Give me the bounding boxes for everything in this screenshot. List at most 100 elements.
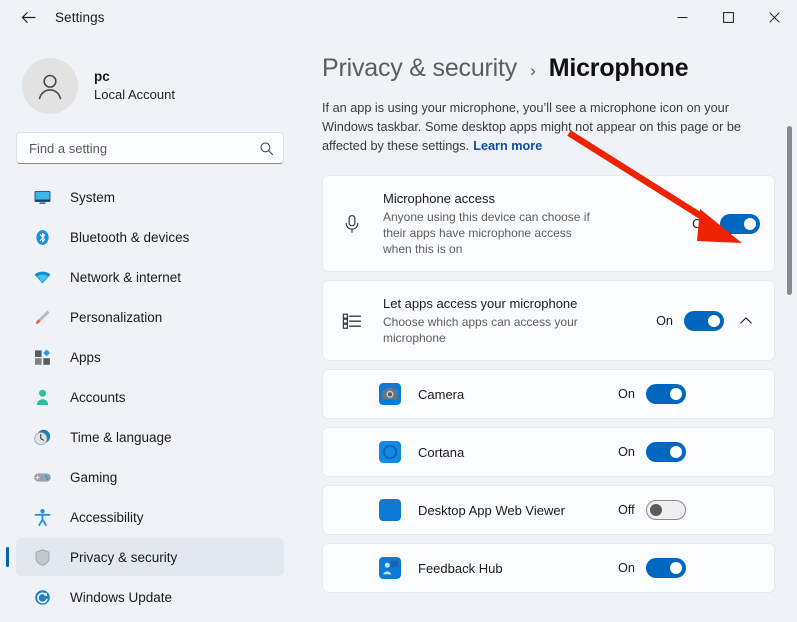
content-scrollbar[interactable] — [783, 126, 795, 622]
sidebar-item-windows-update[interactable]: Windows Update — [16, 578, 284, 616]
card-main: Let apps access your microphone Choose w… — [323, 281, 774, 360]
expand-collapse-button[interactable] — [732, 307, 760, 335]
settings-window: Settings pc Local Account Find a setting… — [0, 0, 797, 622]
card-main: Microphone access Anyone using this devi… — [323, 176, 774, 271]
sidebar-item-label: Accounts — [70, 389, 126, 405]
microphone-icon — [339, 211, 365, 237]
account-subtitle: Local Account — [94, 87, 175, 103]
app-row-cortana: Cortana On — [322, 427, 775, 477]
minimize-icon — [677, 16, 687, 18]
app-toggle-cortana[interactable] — [645, 442, 686, 462]
app-row-camera: Camera On — [322, 369, 775, 419]
breadcrumb-separator-icon: › — [530, 61, 536, 80]
toggle-state-label: Off — [618, 503, 635, 517]
chevron-up-icon — [740, 316, 752, 324]
sidebar-item-label: Bluetooth & devices — [70, 229, 190, 245]
paintbrush-icon — [32, 307, 52, 327]
maximize-button[interactable] — [705, 0, 751, 34]
wifi-icon — [32, 267, 52, 287]
sidebar-item-accounts[interactable]: Accounts — [16, 378, 284, 416]
bluetooth-icon — [32, 227, 52, 247]
let-apps-access-toggle[interactable] — [684, 310, 724, 331]
page-description: If an app is using your microphone, you’… — [322, 99, 774, 156]
toggle-knob — [669, 562, 682, 574]
feedback-hub-app-icon — [379, 557, 401, 579]
search-box[interactable] — [16, 132, 284, 164]
app-name: Desktop App Web Viewer — [418, 502, 565, 518]
toggle-state-label: On — [618, 561, 635, 575]
person-avatar-icon — [38, 74, 62, 100]
sidebar-item-system[interactable]: System — [16, 178, 284, 216]
sidebar-item-label: Gaming — [70, 469, 118, 485]
avatar — [22, 58, 78, 114]
sidebar-item-apps[interactable]: Apps — [16, 338, 284, 376]
accessibility-icon — [32, 507, 52, 527]
account-name: pc — [94, 69, 110, 85]
search-icon — [260, 141, 274, 155]
card-subtitle: Anyone using this device can choose if t… — [383, 210, 590, 256]
toggle-knob — [669, 446, 682, 458]
breadcrumb-parent[interactable]: Privacy & security — [322, 54, 517, 83]
camera-app-icon — [379, 383, 401, 405]
toggle-state-label: On — [618, 387, 635, 401]
toggle-knob — [744, 217, 756, 230]
microphone-access-toggle[interactable] — [720, 213, 760, 234]
cortana-app-icon — [379, 441, 401, 463]
scrollbar-thumb[interactable] — [787, 126, 792, 295]
minimize-button[interactable] — [659, 0, 705, 34]
toggle-state-label: On — [692, 216, 709, 231]
app-name: Camera — [418, 386, 465, 402]
sidebar-item-time-language[interactable]: Time & language — [16, 418, 284, 456]
sidebar-item-personalization[interactable]: Personalization — [16, 298, 284, 336]
app-row-feedback-hub: Feedback Hub On — [322, 543, 775, 593]
back-button[interactable] — [9, 2, 47, 32]
sidebar-item-label: System — [70, 189, 116, 205]
let-apps-access-card: Let apps access your microphone Choose w… — [322, 280, 775, 361]
card-title: Microphone access — [383, 191, 495, 206]
close-button[interactable] — [751, 0, 797, 34]
page-title: Microphone — [548, 54, 689, 82]
sidebar-item-privacy-security[interactable]: Privacy & security — [6, 538, 284, 576]
sidebar-nav: System Bluetooth & devices Network & int… — [0, 178, 300, 616]
main-content: Privacy & security › Microphone If an ap… — [300, 34, 797, 622]
toggle-state-label: On — [618, 445, 635, 459]
account-person-icon — [32, 387, 52, 407]
sidebar: pc Local Account Find a setting System B… — [0, 34, 300, 622]
app-toggle-desktop-app-web-viewer[interactable] — [645, 500, 686, 520]
sidebar-item-label: Network & internet — [70, 269, 182, 285]
sidebar-item-network-internet[interactable]: Network & internet — [16, 258, 284, 296]
desktop-web-app-icon — [379, 499, 401, 521]
app-name: Cortana — [418, 444, 465, 460]
search-input[interactable] — [29, 140, 259, 156]
windows-update-icon — [32, 587, 52, 607]
breadcrumb: Privacy & security › Microphone — [300, 34, 797, 83]
card-texts: Let apps access your microphone Choose w… — [383, 295, 648, 346]
toggle-knob — [669, 388, 682, 400]
sidebar-item-label: Apps — [70, 349, 101, 365]
sidebar-item-label: Privacy & security — [70, 549, 178, 565]
sidebar-item-label: Personalization — [70, 309, 163, 325]
account-text: pc Local Account — [94, 68, 175, 104]
card-subtitle: Choose which apps can access your microp… — [383, 315, 578, 345]
sidebar-item-gaming[interactable]: Gaming — [16, 458, 284, 496]
app-toggle-camera[interactable] — [645, 384, 686, 404]
learn-more-link[interactable]: Learn more — [473, 139, 542, 153]
sidebar-item-bluetooth-devices[interactable]: Bluetooth & devices — [16, 218, 284, 256]
app-row-desktop-app-web-viewer: Desktop App Web Viewer Off — [322, 485, 775, 535]
sidebar-item-label: Accessibility — [70, 509, 144, 525]
maximize-icon — [722, 11, 734, 23]
sidebar-item-label: Windows Update — [70, 589, 173, 605]
sidebar-item-accessibility[interactable]: Accessibility — [16, 498, 284, 536]
apps-grid-icon — [32, 347, 52, 367]
app-name: Feedback Hub — [418, 560, 503, 576]
card-texts: Microphone access Anyone using this devi… — [383, 190, 684, 257]
card-controls: On — [692, 213, 760, 234]
account-section[interactable]: pc Local Account — [0, 34, 300, 120]
app-list-icon — [339, 308, 365, 334]
toggle-state-label: On — [656, 313, 673, 328]
app-toggle-feedback-hub[interactable] — [645, 558, 686, 578]
toggle-knob — [649, 504, 662, 516]
shield-icon — [32, 547, 52, 567]
system-monitor-icon — [32, 187, 52, 207]
microphone-access-card: Microphone access Anyone using this devi… — [322, 175, 775, 272]
